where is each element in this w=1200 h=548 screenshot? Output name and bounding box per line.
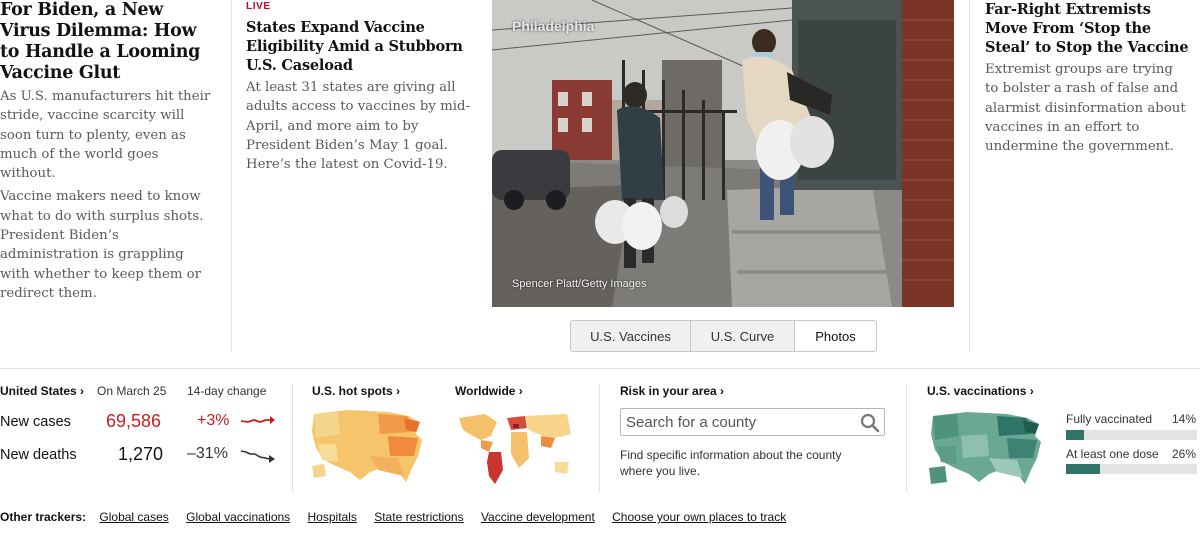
new-deaths-change: –31% (187, 445, 228, 462)
risk-help-text: Find specific information about the coun… (620, 448, 842, 478)
county-search-input[interactable] (621, 409, 851, 435)
story-summary-secondary[interactable]: Vaccine makers need to know what to do w… (0, 187, 216, 303)
column-divider (969, 0, 970, 352)
column-divider (292, 384, 293, 492)
link-choose-places[interactable]: Choose your own places to track (612, 510, 786, 524)
risk-area-link[interactable]: Risk in your area › (620, 384, 724, 398)
column-divider (231, 0, 232, 352)
one-dose-label: At least one dose (1066, 447, 1159, 461)
photo-tab-bar: U.S. Vaccines U.S. Curve Photos (570, 320, 877, 352)
tab-us-vaccines[interactable]: U.S. Vaccines (571, 321, 691, 351)
link-vaccine-development[interactable]: Vaccine development (481, 510, 595, 524)
new-cases-label: New cases (0, 414, 71, 430)
new-cases-change: +3% (197, 412, 230, 429)
new-cases-value: 69,586 (106, 411, 162, 431)
fully-vaccinated-bar-fill (1066, 430, 1085, 440)
link-global-cases[interactable]: Global cases (99, 510, 168, 524)
link-global-vaccinations[interactable]: Global vaccinations (186, 510, 290, 524)
story-photo[interactable]: Philadelphia Spencer Platt/Getty Images (492, 0, 954, 307)
tab-us-curve[interactable]: U.S. Curve (691, 321, 795, 351)
search-icon[interactable] (860, 413, 880, 433)
fully-vaccinated-bar (1066, 430, 1197, 440)
photo-location-label: Philadelphia (512, 18, 595, 34)
us-vaccinations-link[interactable]: U.S. vaccinations › (927, 384, 1034, 398)
link-state-restrictions[interactable]: State restrictions (374, 510, 463, 524)
story-extremists-vaccine[interactable]: Far-Right Extremists Move From ‘Stop the… (985, 0, 1190, 156)
photo-credit: Spencer Platt/Getty Images (512, 278, 647, 290)
story-summary: As U.S. manufacturers hit their stride, … (0, 89, 211, 182)
us-hotspots-link[interactable]: U.S. hot spots › (312, 384, 400, 398)
worldwide-link[interactable]: Worldwide › (455, 384, 523, 398)
story-summary: Extremist groups are trying to bolster a… (985, 62, 1186, 155)
lead-story-vaccine-glut[interactable]: For Biden, a New Virus Dilemma: How to H… (0, 0, 216, 303)
other-trackers-bar: Other trackers: Global cases Global vacc… (0, 510, 800, 524)
fully-vaccinated-value: 14% (1172, 412, 1197, 426)
link-hospitals[interactable]: Hospitals (308, 510, 357, 524)
us-vaccinations-map[interactable] (927, 406, 1049, 486)
one-dose-bar-fill (1066, 464, 1101, 474)
trend-up-arrow-icon (240, 416, 275, 424)
new-deaths-label: New deaths (0, 447, 77, 463)
fully-vaccinated-label: Fully vaccinated (1066, 412, 1153, 426)
us-hotspots-map[interactable] (308, 404, 430, 484)
live-story[interactable]: LIVE States Expand Vaccine Eligibility A… (246, 0, 476, 174)
section-divider (0, 368, 1200, 369)
us-tracker-link[interactable]: United States › (0, 384, 84, 398)
story-headline[interactable]: For Biden, a New Virus Dilemma: How to H… (0, 0, 216, 84)
trend-down-arrow-icon (240, 450, 275, 463)
one-dose-value: 26% (1172, 447, 1197, 461)
column-divider (906, 384, 907, 492)
story-summary: At least 31 states are giving all adults… (246, 80, 470, 173)
tab-photos[interactable]: Photos (795, 321, 876, 351)
change-header: 14-day change (187, 384, 267, 398)
live-badge: LIVE (246, 1, 271, 12)
county-search-box[interactable] (620, 408, 885, 436)
story-headline[interactable]: Far-Right Extremists Move From ‘Stop the… (985, 0, 1190, 57)
other-trackers-label: Other trackers: (0, 510, 87, 524)
philadelphia-street-photo (492, 0, 954, 307)
column-divider (599, 384, 600, 492)
one-dose-bar (1066, 464, 1197, 474)
story-headline[interactable]: States Expand Vaccine Eligibility Amid a… (246, 18, 476, 75)
date-header: On March 25 (97, 384, 167, 398)
world-hotspots-map[interactable] (455, 406, 575, 486)
new-deaths-value: 1,270 (118, 444, 164, 464)
